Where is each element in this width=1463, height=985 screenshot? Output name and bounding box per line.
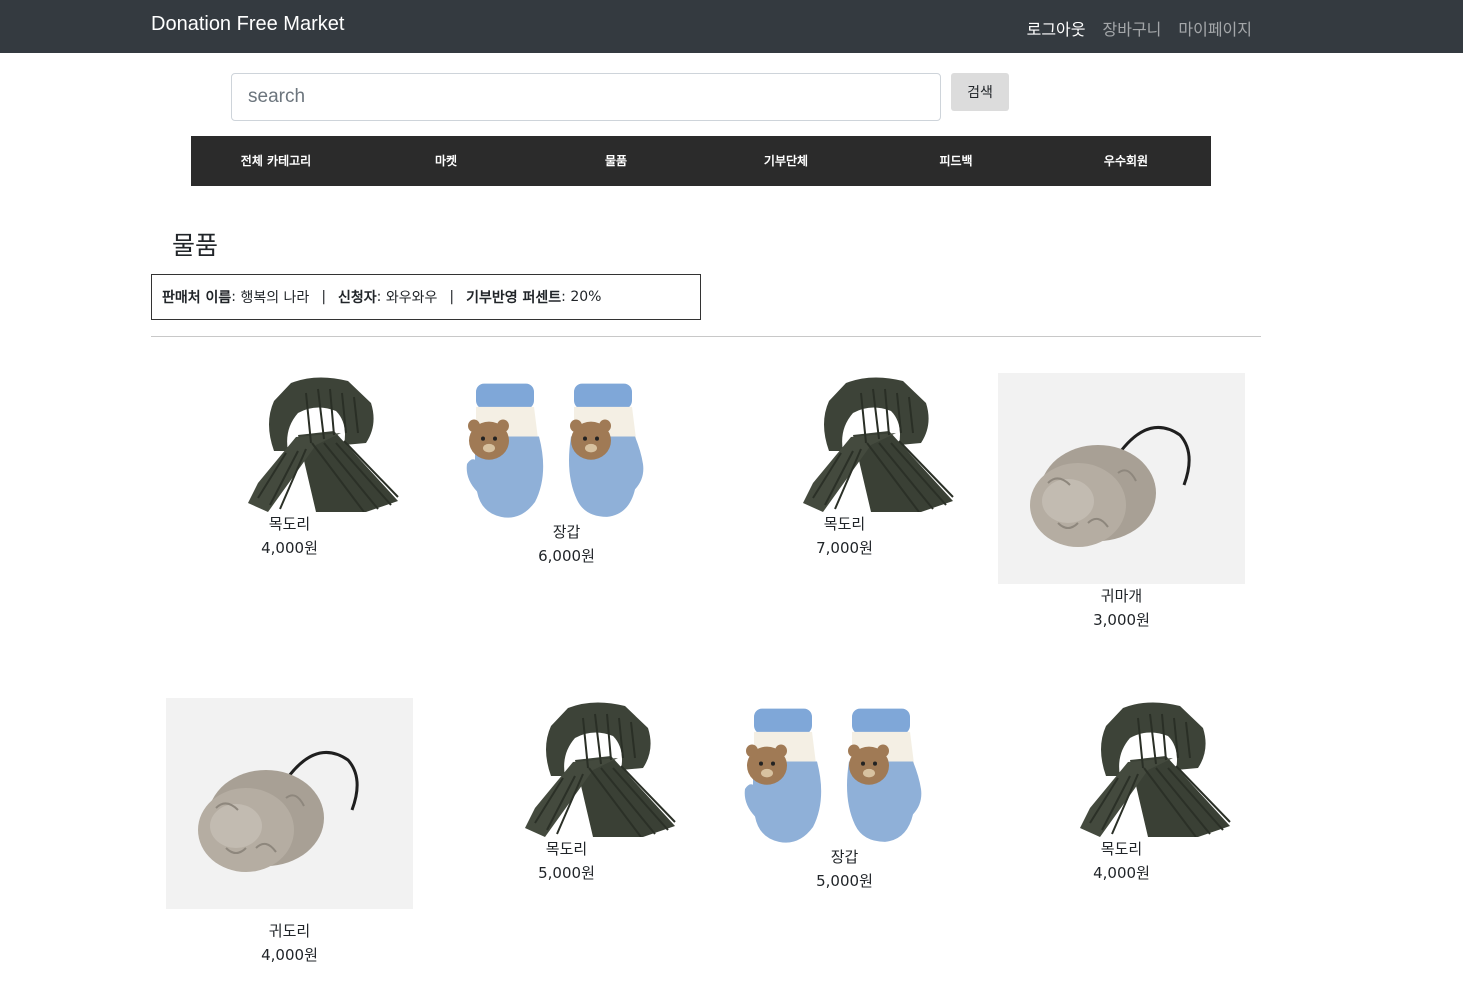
earmuff-image[interactable]: [998, 373, 1245, 584]
product-price: 3,000원: [1093, 611, 1150, 629]
product-name: 목도리: [545, 840, 588, 858]
colon: :: [561, 289, 571, 305]
earmuff-image[interactable]: [166, 698, 413, 909]
percent-label: 기부반영 퍼센트: [466, 290, 562, 306]
brand-logo[interactable]: Donation Free Market: [151, 13, 344, 36]
percent-value: 20%: [570, 289, 602, 305]
mittens-image[interactable]: [443, 373, 690, 520]
scarf-image[interactable]: [721, 373, 968, 512]
product-price: 7,000원: [816, 539, 873, 557]
category-goods[interactable]: 물품: [531, 136, 701, 186]
category-feedback[interactable]: 피드백: [871, 136, 1041, 186]
applicant-value: 와우와우: [385, 290, 438, 306]
product-name: 목도리: [268, 515, 311, 533]
category-top-members[interactable]: 우수회원: [1041, 136, 1211, 186]
nav-link-cart[interactable]: 장바구니: [1103, 16, 1162, 40]
scarf-image[interactable]: [443, 698, 690, 837]
product-name: 장갑: [830, 848, 859, 866]
product-price: 4,000원: [261, 946, 318, 964]
page-title: 물품: [172, 231, 219, 260]
product-price: 5,000원: [538, 864, 595, 882]
seller-value: 행복의 나라: [240, 290, 310, 306]
scarf-image[interactable]: [166, 373, 413, 512]
product-name: 장갑: [552, 523, 581, 541]
nav-links: 로그아웃 장바구니 마이페이지: [1027, 16, 1252, 40]
scarf-image[interactable]: [998, 698, 1245, 837]
colon: :: [376, 289, 386, 305]
product-name: 귀마개: [1100, 587, 1143, 605]
divider: [151, 336, 1261, 337]
category-bar: 전체 카테고리 마켓 물품 기부단체 피드백 우수회원: [191, 136, 1211, 186]
nav-link-mypage[interactable]: 마이페이지: [1178, 16, 1252, 40]
nav-link-logout[interactable]: 로그아웃: [1027, 16, 1086, 40]
product-price: 4,000원: [1093, 864, 1150, 882]
mittens-image[interactable]: [721, 698, 968, 845]
search-button[interactable]: 검색: [951, 73, 1009, 111]
category-donation-orgs[interactable]: 기부단체: [701, 136, 871, 186]
separator: |: [449, 289, 455, 305]
applicant-label: 신청자: [338, 290, 377, 306]
colon: :: [231, 289, 241, 305]
product-price: 4,000원: [261, 539, 318, 557]
product-name: 귀도리: [268, 922, 311, 940]
top-navbar: Donation Free Market 로그아웃 장바구니 마이페이지: [0, 0, 1463, 53]
seller-info-box: 판매처 이름: 행복의 나라 | 신청자: 와우와우 | 기부반영 퍼센트: 2…: [151, 274, 701, 320]
category-all[interactable]: 전체 카테고리: [191, 136, 361, 186]
product-name: 목도리: [1100, 840, 1143, 858]
product-grid: 목도리 4,000원 장갑 6,000원 목도리 7,000원 귀마개 3,00…: [151, 373, 1261, 985]
category-market[interactable]: 마켓: [361, 136, 531, 186]
product-name: 목도리: [823, 515, 866, 533]
product-price: 5,000원: [816, 872, 873, 890]
search-input[interactable]: [231, 73, 941, 121]
seller-label: 판매처 이름: [162, 290, 232, 306]
separator: |: [321, 289, 327, 305]
product-price: 6,000원: [538, 547, 595, 565]
